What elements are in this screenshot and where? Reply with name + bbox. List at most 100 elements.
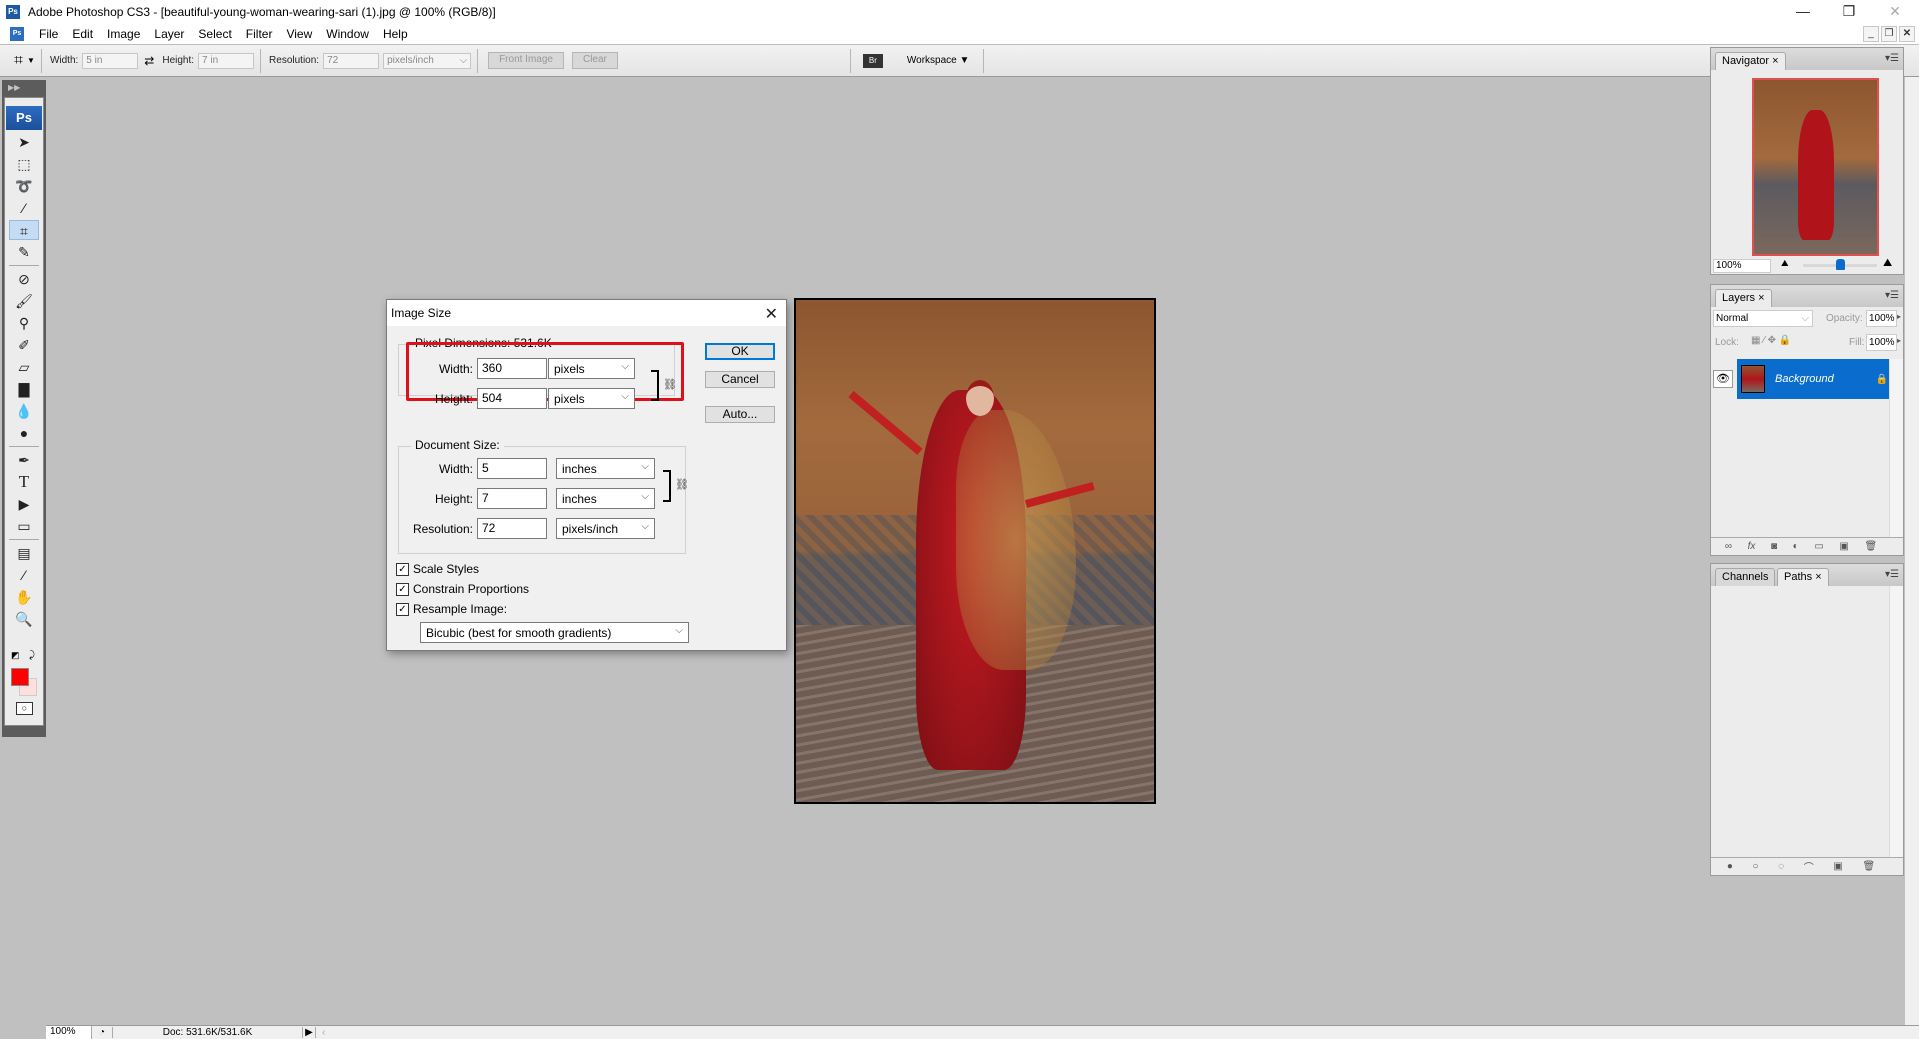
new-path-icon[interactable]: ▣ (1833, 861, 1842, 872)
menu-window[interactable]: Window (319, 27, 376, 41)
paths-scrollbar[interactable] (1889, 586, 1903, 858)
menu-view[interactable]: View (279, 27, 319, 41)
workspace-scrollbar[interactable] (1905, 77, 1919, 1025)
dodge-tool-icon[interactable]: ● (9, 423, 39, 443)
menu-edit[interactable]: Edit (65, 27, 100, 41)
crop-tool-icon[interactable]: ⌗ (9, 220, 39, 240)
doc-minimize-button[interactable]: _ (1863, 26, 1879, 42)
load-selection-icon[interactable]: ◌ (1778, 861, 1784, 872)
pixel-width-input[interactable]: 360 (477, 358, 547, 379)
brush-tool-icon[interactable]: 🖌 (9, 291, 39, 311)
zoom-out-icon[interactable]: ⛰ (1781, 258, 1789, 269)
lock-icons[interactable]: ▦ ⁄ ✥ 🔒 (1751, 335, 1791, 346)
fill-path-icon[interactable]: ● (1727, 861, 1733, 872)
pixel-height-unit-select[interactable]: pixels ⌵ (548, 388, 635, 409)
close-icon[interactable]: × (1758, 292, 1764, 304)
delete-layer-icon[interactable]: 🗑 (1864, 541, 1877, 552)
minimize-button[interactable]: — (1780, 0, 1826, 24)
adjustment-layer-icon[interactable]: ◐ (1793, 541, 1799, 552)
menu-file[interactable]: File (32, 27, 65, 41)
auto-button[interactable]: Auto... (705, 406, 775, 423)
front-image-button[interactable]: Front Image (488, 52, 564, 69)
pixel-width-unit-select[interactable]: pixels ⌵ (548, 358, 635, 379)
foreground-color-swatch[interactable] (11, 668, 29, 686)
new-group-icon[interactable]: ▭ (1814, 541, 1823, 552)
swap-colors-icon[interactable]: ⤸ (29, 650, 35, 661)
type-tool-icon[interactable]: T (9, 472, 39, 492)
gradient-tool-icon[interactable]: ▇ (9, 379, 39, 399)
stroke-path-icon[interactable]: ○ (1752, 861, 1758, 872)
magic-wand-tool-icon[interactable]: ⁄ (9, 198, 39, 218)
doc-close-button[interactable]: ✕ (1899, 26, 1915, 42)
toolbox-grip-icon[interactable]: ▶▶ (4, 83, 44, 97)
photoshop-logo[interactable]: Ps (6, 106, 42, 130)
status-menu-arrow-icon[interactable]: ▶ (302, 1027, 316, 1038)
eyedropper-tool-icon[interactable]: ⁄ (9, 565, 39, 585)
navigator-thumbnail[interactable] (1752, 78, 1879, 256)
swap-dimensions-icon[interactable]: ⇄ (144, 54, 154, 68)
opacity-input[interactable]: 100% (1866, 310, 1897, 327)
make-work-path-icon[interactable]: ⌒ (1804, 859, 1814, 874)
doc-height-unit-select[interactable]: inches ⌵ (556, 488, 655, 509)
menu-image[interactable]: Image (100, 27, 147, 41)
close-window-button[interactable]: ✕ (1872, 0, 1918, 24)
tool-preset-dropdown-icon[interactable]: ▼ (27, 56, 35, 65)
pen-tool-icon[interactable]: ✒ (9, 450, 39, 470)
quick-mask-icon[interactable]: ○ (16, 702, 33, 715)
tab-layers[interactable]: Layers × (1715, 289, 1772, 307)
opacity-arrow-icon[interactable]: ▸ (1897, 312, 1901, 321)
rectangle-tool-icon[interactable]: ▭ (9, 516, 39, 536)
tab-paths[interactable]: Paths × (1777, 568, 1829, 586)
fill-arrow-icon[interactable]: ▸ (1897, 336, 1901, 345)
default-colors-icon[interactable]: ◩ (11, 650, 20, 661)
zoom-in-icon[interactable]: ⛰ (1883, 257, 1892, 270)
restore-button[interactable]: ❐ (1826, 0, 1872, 24)
fill-input[interactable]: 100% (1866, 334, 1897, 351)
resolution-unit-select[interactable]: pixels/inch ⌵ (383, 52, 472, 69)
zoom-slider-thumb[interactable] (1836, 259, 1845, 270)
doc-width-unit-select[interactable]: inches ⌵ (556, 458, 655, 479)
bridge-icon[interactable]: Br (862, 53, 883, 68)
tab-channels[interactable]: Channels (1715, 568, 1776, 586)
document-icon[interactable]: Ps (10, 27, 24, 41)
pixel-height-input[interactable]: 504 (477, 388, 547, 409)
close-icon[interactable]: × (1815, 571, 1821, 583)
panel-menu-icon[interactable]: ▾☰ (1885, 569, 1899, 580)
visibility-eye-icon[interactable]: 👁 (1713, 370, 1733, 388)
cancel-button[interactable]: Cancel (705, 371, 775, 388)
move-tool-icon[interactable]: ➤ (9, 132, 39, 152)
menu-filter[interactable]: Filter (239, 27, 280, 41)
tab-navigator[interactable]: Navigator × (1715, 52, 1786, 70)
layers-scrollbar[interactable] (1889, 359, 1903, 537)
doc-height-input[interactable]: 7 (477, 488, 547, 509)
zoom-tool-icon[interactable]: 🔍 (9, 609, 39, 629)
new-layer-icon[interactable]: ▣ (1839, 541, 1848, 552)
navigator-zoom-input[interactable]: 100% (1713, 259, 1771, 273)
menu-help[interactable]: Help (376, 27, 415, 41)
notes-tool-icon[interactable]: ▤ (9, 543, 39, 563)
workspace-menu[interactable]: Workspace ▼ (907, 55, 970, 66)
lasso-tool-icon[interactable]: ➰ (9, 176, 39, 196)
crop-height-input[interactable]: 7 in (198, 52, 255, 69)
menu-select[interactable]: Select (191, 27, 238, 41)
clone-stamp-tool-icon[interactable]: ⚲ (9, 313, 39, 333)
resample-method-select[interactable]: Bicubic (best for smooth gradients) ⌵ (420, 622, 689, 643)
ok-button[interactable]: OK (705, 343, 775, 360)
status-zoom[interactable]: 100% (46, 1026, 92, 1039)
clear-button[interactable]: Clear (571, 52, 618, 69)
layer-row-background[interactable]: 👁 Background 🔒 (1713, 359, 1889, 399)
add-mask-icon[interactable]: ◙ (1771, 541, 1777, 552)
panel-menu-icon[interactable]: ▾☰ (1885, 53, 1899, 64)
navigator-zoom-slider[interactable] (1803, 259, 1877, 270)
crop-width-input[interactable]: 5 in (82, 52, 139, 69)
healing-brush-tool-icon[interactable]: ⊘ (9, 269, 39, 289)
crop-icon[interactable]: ⌗ (14, 52, 23, 70)
document-image[interactable] (794, 298, 1156, 804)
scroll-left-icon[interactable]: ‹ (322, 1027, 325, 1038)
fx-icon[interactable]: fx (1748, 541, 1756, 552)
resolution-input[interactable]: 72 (477, 518, 547, 539)
doc-restore-button[interactable]: ❐ (1881, 26, 1897, 42)
link-layers-icon[interactable]: ∞ (1725, 541, 1732, 552)
dialog-close-button[interactable]: ✕ (765, 304, 778, 324)
eraser-tool-icon[interactable]: ▱ (9, 357, 39, 377)
